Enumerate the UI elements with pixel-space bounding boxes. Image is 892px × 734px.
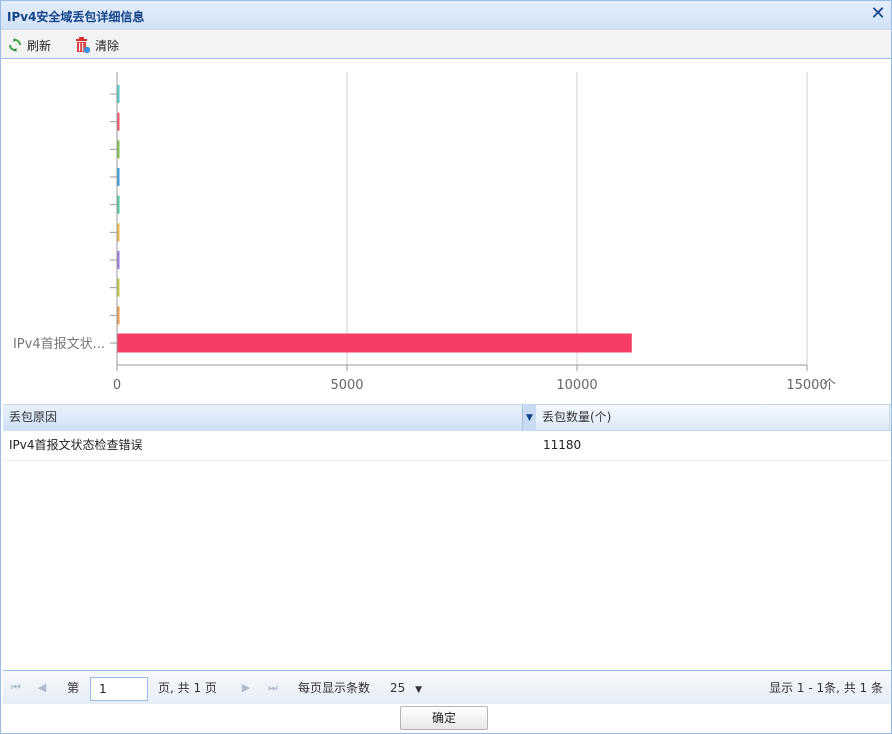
bar — [117, 195, 120, 214]
pagination-bar: ⏮ ◀ 第 页, 共 1 页 ▶ ⏭ 每页显示条数 25 ▼ 显示 1 - 1条… — [3, 670, 891, 704]
ok-button[interactable]: 确定 — [400, 706, 488, 730]
page-prefix: 第 — [67, 681, 80, 695]
bar — [117, 278, 120, 297]
per-page-select[interactable]: 25 ▼ — [390, 671, 422, 705]
column-header-reason[interactable]: 丢包原因 — [3, 405, 536, 431]
x-tick-label: 5000 — [330, 378, 363, 393]
trash-icon — [76, 37, 91, 54]
x-tick-label: 15000 — [786, 378, 827, 393]
column-header-count[interactable]: 丢包数量(个) — [536, 405, 890, 431]
toolbar: 刷新 清除 — [1, 31, 891, 59]
bar — [117, 251, 120, 269]
drop-count-chart: 0 5000 10000 15000 个 IPv4首报文状... — [1, 61, 891, 401]
x-unit-label: 个 — [823, 378, 836, 393]
per-page-label: 每页显示条数 — [298, 681, 371, 695]
column-menu-icon[interactable]: ▼ — [522, 405, 536, 431]
refresh-label: 刷新 — [27, 38, 52, 53]
x-tick-label: 0 — [113, 378, 121, 393]
dialog-title: IPv4安全域丢包详细信息 — [7, 10, 145, 24]
prev-page-icon[interactable]: ◀ — [35, 681, 49, 695]
column-header-reason-label: 丢包原因 — [9, 410, 58, 424]
per-page-value: 25 — [390, 681, 406, 695]
column-header-count-label: 丢包数量(个) — [542, 410, 612, 424]
bar — [117, 112, 120, 131]
bar — [117, 333, 632, 353]
bar — [117, 306, 120, 325]
bar — [117, 140, 120, 159]
clear-label: 清除 — [95, 38, 120, 53]
chevron-down-icon: ▼ — [415, 685, 423, 695]
close-icon[interactable]: ✕ — [869, 4, 887, 24]
grid-body: IPv4首报文状态检查错误 11180 — [3, 431, 891, 669]
pager-summary: 显示 1 - 1条, 共 1 条 — [769, 681, 883, 695]
bar — [117, 223, 120, 242]
bar-chart-svg: 0 5000 10000 15000个 IPv4首报文状... — [13, 72, 836, 393]
refresh-icon — [9, 38, 21, 52]
grid-header: 丢包原因 ▼ 丢包数量(个) — [3, 404, 891, 431]
y-tick-label: IPv4首报文状... — [13, 337, 105, 352]
bar — [117, 168, 120, 186]
cell-count: 11180 — [543, 438, 582, 452]
last-page-icon[interactable]: ⏭ — [266, 681, 280, 695]
x-tick-label: 10000 — [556, 378, 597, 393]
table-row[interactable]: IPv4首报文状态检查错误 11180 — [3, 431, 891, 461]
cell-reason: IPv4首报文状态检查错误 — [9, 438, 143, 452]
first-page-icon[interactable]: ⏮ — [9, 681, 23, 695]
page-number-input[interactable] — [90, 677, 148, 701]
refresh-button[interactable]: 刷新 — [7, 35, 51, 55]
next-page-icon[interactable]: ▶ — [239, 681, 253, 695]
title-bar: IPv4安全域丢包详细信息 ✕ — [1, 1, 891, 30]
clear-button[interactable]: 清除 — [73, 35, 119, 55]
bar — [117, 85, 120, 103]
dialog-footer: 确定 — [1, 704, 891, 733]
page-total: 页, 共 1 页 — [158, 681, 217, 695]
dialog-window: IPv4安全域丢包详细信息 ✕ 刷新 清除 0 5000 10000 15000… — [0, 0, 892, 734]
